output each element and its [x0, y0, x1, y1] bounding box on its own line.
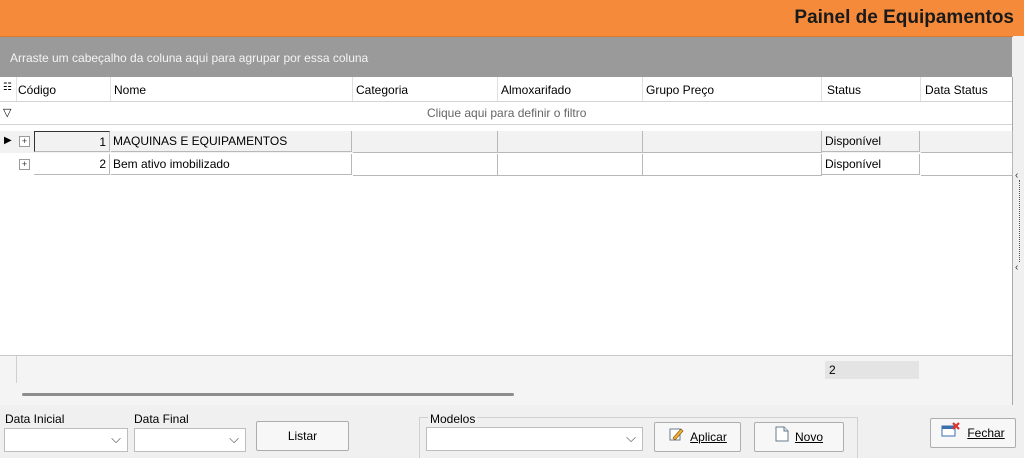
chevron-left-icon[interactable]: ‹	[1015, 262, 1018, 273]
edit-icon	[668, 424, 684, 452]
filter-row[interactable]: ▽ Clique aqui para definir o filtro	[0, 102, 1012, 125]
column-header-status[interactable]: Status	[827, 83, 861, 97]
row-count-summary: 2	[825, 361, 919, 379]
row-indicator-icon: ▶	[4, 135, 12, 146]
aplicar-label: Aplicar	[690, 430, 727, 444]
column-header-data-status[interactable]: Data Status	[925, 83, 988, 97]
new-document-icon	[775, 424, 789, 452]
splitter-grip	[1019, 180, 1021, 262]
column-header-categoria[interactable]: Categoria	[356, 83, 408, 97]
novo-button[interactable]: Novo	[754, 422, 844, 452]
fechar-label: Fechar	[967, 426, 1005, 440]
modelos-label: Modelos	[428, 412, 478, 426]
side-splitter[interactable]: ‹ ‹	[1013, 36, 1024, 406]
horizontal-scrollbar[interactable]	[0, 383, 1012, 405]
fechar-button[interactable]: Fechar	[930, 418, 1016, 448]
cell-data-status[interactable]	[921, 131, 1013, 153]
table-row[interactable]: ▶ + 1 MAQUINAS E EQUIPAMENTOS Disponível	[0, 131, 1013, 153]
column-header-codigo[interactable]: Código	[18, 83, 56, 97]
cell-almoxarifado[interactable]	[498, 154, 643, 176]
chevron-down-icon[interactable]: ⌵	[111, 431, 121, 447]
cell-codigo[interactable]: 2	[34, 154, 110, 175]
close-window-icon	[941, 420, 961, 448]
filter-hint: Clique aqui para definir o filtro	[427, 106, 587, 120]
column-header-nome[interactable]: Nome	[114, 83, 146, 97]
data-final-label: Data Final	[134, 412, 189, 426]
scrollbar-thumb[interactable]	[22, 393, 514, 396]
data-final-combo[interactable]: ⌵	[134, 428, 246, 452]
cell-categoria[interactable]	[353, 154, 498, 176]
cell-data-status[interactable]	[921, 154, 1013, 176]
aplicar-button[interactable]: Aplicar	[654, 422, 741, 452]
listar-label: Listar	[287, 429, 318, 443]
chevron-left-icon[interactable]: ‹	[1015, 170, 1018, 181]
window-title: Painel de Equipamentos	[794, 7, 1014, 28]
chevron-down-icon[interactable]: ⌵	[229, 431, 239, 447]
cell-almoxarifado[interactable]	[498, 131, 643, 153]
expand-icon[interactable]: +	[19, 159, 30, 170]
cell-nome[interactable]: MAQUINAS E EQUIPAMENTOS	[111, 131, 352, 152]
cell-grupo-preco[interactable]	[643, 154, 822, 176]
cell-nome[interactable]: Bem ativo imobilizado	[111, 154, 352, 175]
equipment-grid[interactable]: ☷ Código Nome Categoria Almoxarifado Gru…	[0, 77, 1013, 405]
cell-codigo[interactable]: 1	[34, 131, 110, 152]
modelos-combo[interactable]: ⌵	[426, 427, 643, 451]
column-header-almoxarifado[interactable]: Almoxarifado	[501, 83, 571, 97]
filter-icon[interactable]: ▽	[3, 106, 11, 119]
cell-grupo-preco[interactable]	[643, 131, 822, 153]
grid-header: ☷ Código Nome Categoria Almoxarifado Gru…	[0, 77, 1012, 102]
data-inicial-label: Data Inicial	[5, 412, 65, 426]
cell-categoria[interactable]	[353, 131, 498, 153]
group-hint: Arraste um cabeçalho da coluna aqui para…	[10, 51, 369, 65]
column-header-grupo-preco[interactable]: Grupo Preço	[646, 83, 714, 97]
grid-footer: 2	[0, 355, 1012, 385]
title-bar: Painel de Equipamentos	[0, 0, 1024, 37]
cell-status[interactable]: Disponível	[822, 154, 920, 175]
table-row[interactable]: + 2 Bem ativo imobilizado Disponível	[0, 154, 1013, 176]
chevron-down-icon[interactable]: ⌵	[626, 430, 636, 446]
bottom-toolbar: Data Inicial ⌵ Data Final ⌵ Listar Model…	[0, 406, 1024, 458]
cell-status[interactable]: Disponível	[822, 131, 920, 152]
listar-button[interactable]: Listar	[256, 421, 349, 451]
group-by-panel[interactable]: Arraste um cabeçalho da coluna aqui para…	[0, 37, 1012, 77]
expand-icon[interactable]: +	[19, 136, 30, 147]
data-inicial-combo[interactable]: ⌵	[4, 428, 128, 452]
column-chooser-icon[interactable]: ☷	[3, 82, 12, 93]
novo-label: Novo	[794, 430, 823, 444]
